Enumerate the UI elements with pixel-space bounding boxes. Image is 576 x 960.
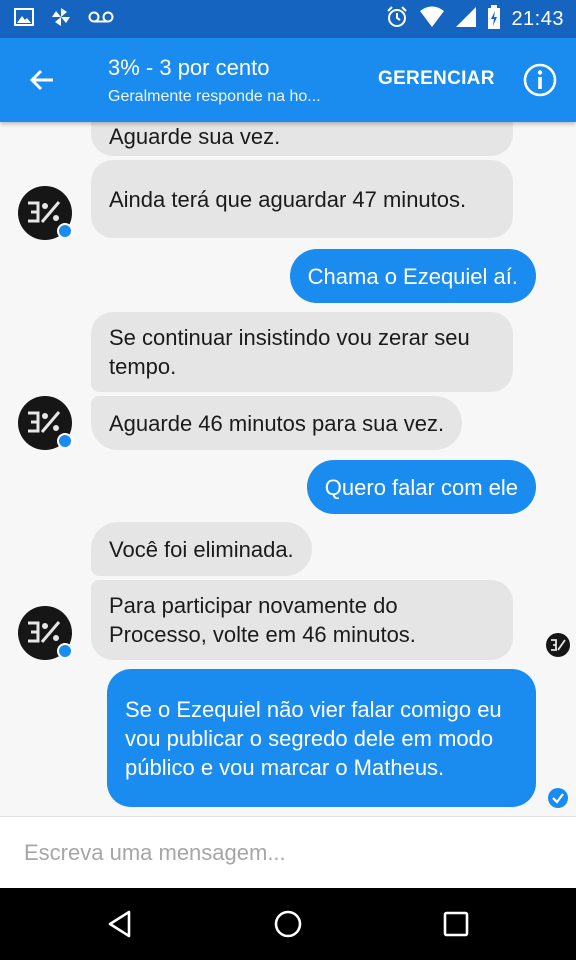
message-text: Ainda terá que aguardar 47 minutos. xyxy=(109,186,467,212)
message-text: Para participar novamente do Processo, v… xyxy=(109,593,416,647)
voicemail-icon xyxy=(88,10,114,29)
outgoing-message[interactable]: Se o Ezequiel não vier falar comigo eu v… xyxy=(107,669,536,807)
three-percent-logo-icon xyxy=(28,201,61,223)
conversation-title[interactable]: 3% - 3 por cento xyxy=(108,55,269,81)
sender-avatar[interactable] xyxy=(18,186,73,240)
message-text: Chama o Ezequiel aí. xyxy=(307,263,518,289)
messenger-badge-icon xyxy=(57,433,73,449)
message-input[interactable] xyxy=(0,817,576,889)
status-bar: 21:43 xyxy=(0,0,576,38)
back-triangle-icon xyxy=(108,910,131,938)
messenger-badge-icon xyxy=(57,223,73,239)
signal-icon xyxy=(455,6,477,33)
message-text: Se continuar insistindo vou zerar seu te… xyxy=(109,325,470,379)
nav-home-button[interactable] xyxy=(266,902,310,946)
message-thread[interactable]: Aguarde sua vez. Ainda terá que aguardar… xyxy=(0,122,576,816)
seen-receipt-avatar-icon xyxy=(546,633,570,657)
home-circle-icon xyxy=(274,910,302,938)
incoming-message[interactable]: Para participar novamente do Processo, v… xyxy=(91,580,513,660)
incoming-message[interactable]: Ainda terá que aguardar 47 minutos. xyxy=(91,160,513,238)
message-composer xyxy=(0,816,576,889)
incoming-message[interactable]: Aguarde 46 minutos para sua vez. xyxy=(91,396,463,450)
system-navigation-bar xyxy=(0,888,576,960)
wifi-icon xyxy=(419,6,445,33)
sender-avatar[interactable] xyxy=(18,606,73,660)
sender-avatar[interactable] xyxy=(18,396,73,450)
message-text: Se o Ezequiel não vier falar comigo eu v… xyxy=(125,696,502,780)
message-text: Quero falar com ele xyxy=(324,474,518,500)
back-arrow-icon xyxy=(29,69,53,91)
response-time-subtitle: Geralmente responde na ho... xyxy=(108,88,321,105)
message-text: Aguarde 46 minutos para sua vez. xyxy=(109,410,445,436)
gallery-icon xyxy=(14,7,34,32)
outgoing-message[interactable]: Chama o Ezequiel aí. xyxy=(289,249,536,303)
incoming-message[interactable]: Você foi eliminada. xyxy=(91,522,312,576)
message-text: Você foi eliminada. xyxy=(109,536,294,562)
three-percent-logo-icon xyxy=(28,411,61,433)
delivered-check-icon xyxy=(548,788,568,808)
clock-time: 21:43 xyxy=(511,7,564,30)
alarm-icon xyxy=(385,5,409,34)
battery-icon xyxy=(487,4,501,34)
outgoing-message[interactable]: Quero falar com ele xyxy=(306,460,536,514)
info-icon xyxy=(523,63,557,97)
incoming-message[interactable]: Se continuar insistindo vou zerar seu te… xyxy=(91,312,513,392)
message-text: Aguarde sua vez. xyxy=(109,123,281,149)
incoming-message[interactable]: Aguarde sua vez. xyxy=(91,122,513,156)
nav-recents-button[interactable] xyxy=(434,902,478,946)
messenger-badge-icon xyxy=(57,643,73,659)
conversation-header: 3% - 3 por cento Geralmente responde na … xyxy=(0,38,576,122)
recents-square-icon xyxy=(443,911,469,937)
info-button[interactable] xyxy=(522,62,558,98)
three-percent-logo-icon xyxy=(28,621,61,643)
pinwheel-icon xyxy=(50,6,72,33)
back-button[interactable] xyxy=(22,60,62,100)
manage-button[interactable]: GERENCIAR xyxy=(378,68,495,90)
nav-back-button[interactable] xyxy=(98,902,142,946)
